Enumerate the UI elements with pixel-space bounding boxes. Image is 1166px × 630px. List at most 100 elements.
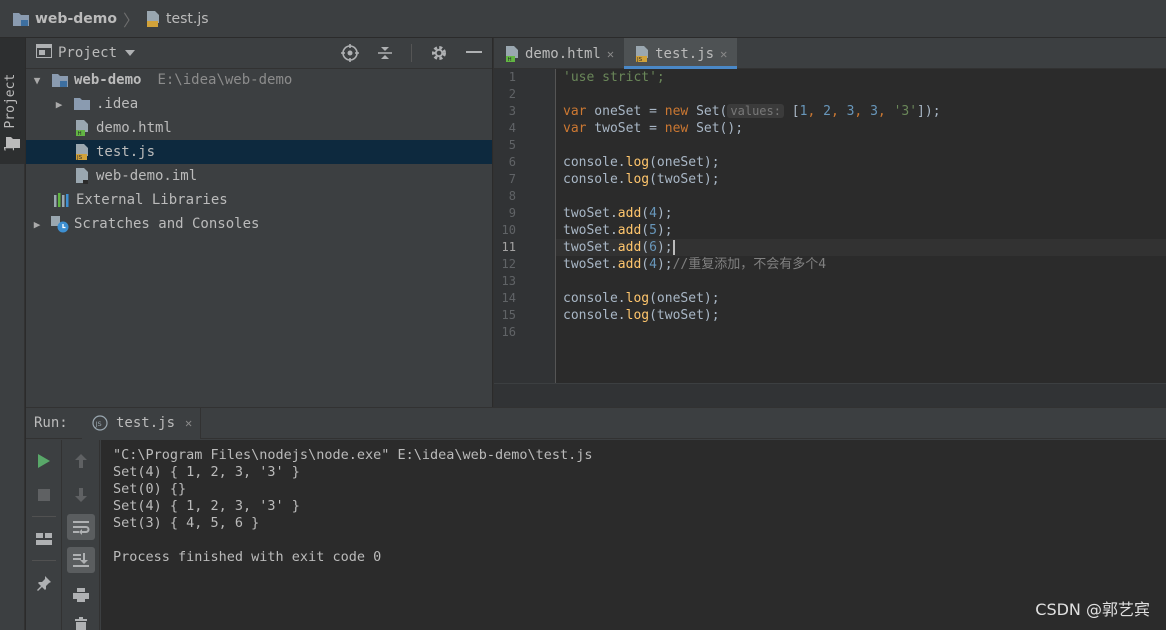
chevron-down-icon[interactable] bbox=[125, 50, 136, 56]
up-stack-button[interactable] bbox=[67, 448, 95, 474]
svg-text:H: H bbox=[508, 57, 512, 63]
line-number: 10 bbox=[501, 223, 516, 237]
tab-test-js[interactable]: JS test.js ✕ bbox=[624, 38, 738, 69]
punctuation: ); bbox=[656, 206, 673, 221]
number-literal: 2 bbox=[823, 104, 831, 119]
identifier: (oneSet); bbox=[649, 155, 720, 170]
rerun-button[interactable] bbox=[30, 448, 58, 474]
code-line-10[interactable]: twoSet.add(5); bbox=[556, 222, 1166, 239]
line-number: 4 bbox=[508, 121, 516, 135]
clear-all-button[interactable] bbox=[67, 612, 95, 630]
svg-text:JS: JS bbox=[95, 420, 102, 428]
identifier: (twoSet); bbox=[649, 308, 720, 323]
project-panel: Project ▼ web-demo E:\idea\web-demo ▶ .i… bbox=[26, 38, 492, 407]
line-number: 6 bbox=[508, 155, 516, 169]
punctuation: , bbox=[807, 104, 824, 119]
function-name: log bbox=[625, 172, 650, 187]
code-line-15[interactable]: console.log(twoSet); bbox=[556, 307, 1166, 324]
keyword: var bbox=[563, 104, 587, 119]
soft-wrap-icon bbox=[73, 521, 90, 535]
string-literal: 'use strict'; bbox=[563, 70, 665, 85]
punctuation: , bbox=[877, 104, 894, 119]
code-line-6[interactable]: console.log(oneSet); bbox=[556, 154, 1166, 171]
trash-icon bbox=[75, 617, 87, 630]
collapse-all-icon[interactable] bbox=[377, 44, 393, 62]
minimize-icon[interactable] bbox=[466, 51, 482, 55]
code-line-12[interactable]: twoSet.add(4);//重复添加，不会有多个4 bbox=[556, 256, 1166, 273]
restore-layout-button[interactable] bbox=[30, 526, 58, 552]
identifier: Set(); bbox=[688, 121, 744, 136]
project-panel-title[interactable]: Project bbox=[58, 45, 117, 61]
function-name: add bbox=[617, 223, 642, 238]
down-stack-button[interactable] bbox=[67, 482, 95, 508]
punctuation: ( bbox=[641, 257, 650, 272]
tab-demo-html[interactable]: H demo.html ✕ bbox=[494, 38, 624, 69]
code-line-9[interactable]: twoSet.add(4); bbox=[556, 205, 1166, 222]
expand-arrow-icon[interactable]: ▼ bbox=[30, 74, 44, 87]
punctuation: [ bbox=[783, 104, 800, 119]
scroll-to-end-button[interactable] bbox=[67, 547, 95, 573]
close-icon[interactable]: ✕ bbox=[720, 47, 727, 61]
function-name: add bbox=[617, 257, 642, 272]
code-area[interactable]: 'use strict'; var oneSet = new Set(value… bbox=[556, 69, 1166, 383]
tree-item-web-demo-iml[interactable]: web-demo.iml bbox=[26, 164, 492, 188]
line-number: 16 bbox=[501, 325, 516, 339]
pin-icon bbox=[37, 576, 51, 591]
identifier: twoSet = bbox=[586, 121, 665, 136]
svg-text:JS: JS bbox=[636, 57, 643, 63]
stop-button[interactable] bbox=[30, 482, 58, 508]
keyword: new bbox=[664, 104, 689, 119]
code-line-3[interactable]: var oneSet = new Set(values: [1, 2, 3, 3… bbox=[556, 103, 1166, 120]
print-button[interactable] bbox=[67, 582, 95, 608]
tree-item-web-demo[interactable]: ▼ web-demo E:\idea\web-demo bbox=[26, 68, 492, 92]
close-icon[interactable]: ✕ bbox=[185, 416, 192, 430]
tree-item-scratches[interactable]: ▶ Scratches and Consoles bbox=[26, 212, 492, 236]
line-number-gutter: 1 2 3 4 5 6 7 8 9 10 11 12 13 14 15 16 bbox=[494, 69, 556, 383]
breadcrumb-separator: 〉 bbox=[122, 10, 139, 30]
identifier: Set( bbox=[688, 104, 728, 119]
tree-item-idea[interactable]: ▶ .idea bbox=[26, 92, 492, 116]
tree-item-label: Scratches and Consoles bbox=[74, 216, 260, 232]
watermark: CSDN @郭艺宾 bbox=[1035, 600, 1150, 619]
gear-icon[interactable] bbox=[430, 44, 448, 62]
code-line-4[interactable]: var twoSet = new Set(); bbox=[556, 120, 1166, 137]
tree-item-test-js[interactable]: JS test.js bbox=[26, 140, 492, 164]
tree-item-demo-html[interactable]: H demo.html bbox=[26, 116, 492, 140]
locate-file-icon[interactable] bbox=[341, 44, 359, 62]
run-label: Run: bbox=[34, 415, 68, 431]
collapse-arrow-icon[interactable]: ▶ bbox=[52, 98, 66, 111]
code-line-11-current[interactable]: twoSet.add(6); bbox=[556, 239, 1166, 256]
tree-item-label: test.js bbox=[96, 144, 156, 160]
collapse-arrow-icon[interactable]: ▶ bbox=[30, 218, 44, 231]
punctuation: ]); bbox=[917, 104, 941, 119]
breadcrumb-file[interactable]: test.js bbox=[166, 11, 209, 27]
code-line-1[interactable]: 'use strict'; bbox=[556, 69, 1166, 86]
console-line: "C:\Program Files\nodejs\node.exe" E:\id… bbox=[113, 447, 593, 463]
line-number: 3 bbox=[508, 104, 516, 118]
tab-label: test.js bbox=[655, 45, 715, 62]
console-output[interactable]: "C:\Program Files\nodejs\node.exe" E:\id… bbox=[101, 440, 1166, 630]
identifier: twoSet. bbox=[563, 223, 618, 238]
project-folder-icon bbox=[50, 71, 70, 89]
punctuation: ( bbox=[641, 206, 650, 221]
close-icon[interactable]: ✕ bbox=[607, 47, 614, 61]
divider bbox=[32, 560, 56, 561]
run-toolbar bbox=[26, 440, 62, 630]
svg-text:JS: JS bbox=[76, 155, 83, 161]
identifier: console. bbox=[563, 172, 626, 187]
tree-item-external-libraries[interactable]: External Libraries bbox=[26, 188, 492, 212]
punctuation: ( bbox=[641, 223, 650, 238]
code-line-14[interactable]: console.log(oneSet); bbox=[556, 290, 1166, 307]
keyword: new bbox=[664, 121, 689, 136]
folder-icon bbox=[72, 95, 92, 113]
project-tool-button[interactable]: 1: Project bbox=[0, 38, 25, 164]
tree-item-label: demo.html bbox=[96, 120, 172, 136]
identifier: oneSet = bbox=[586, 104, 665, 119]
run-tab-test-js[interactable]: JS test.js ✕ bbox=[82, 407, 202, 439]
breadcrumb-project[interactable]: web-demo bbox=[35, 11, 117, 27]
pin-tab-button[interactable] bbox=[30, 570, 58, 596]
code-line-7[interactable]: console.log(twoSet); bbox=[556, 171, 1166, 188]
tab-label: demo.html bbox=[525, 45, 601, 62]
soft-wrap-button[interactable] bbox=[67, 514, 95, 540]
number-literal: 5 bbox=[649, 223, 657, 238]
